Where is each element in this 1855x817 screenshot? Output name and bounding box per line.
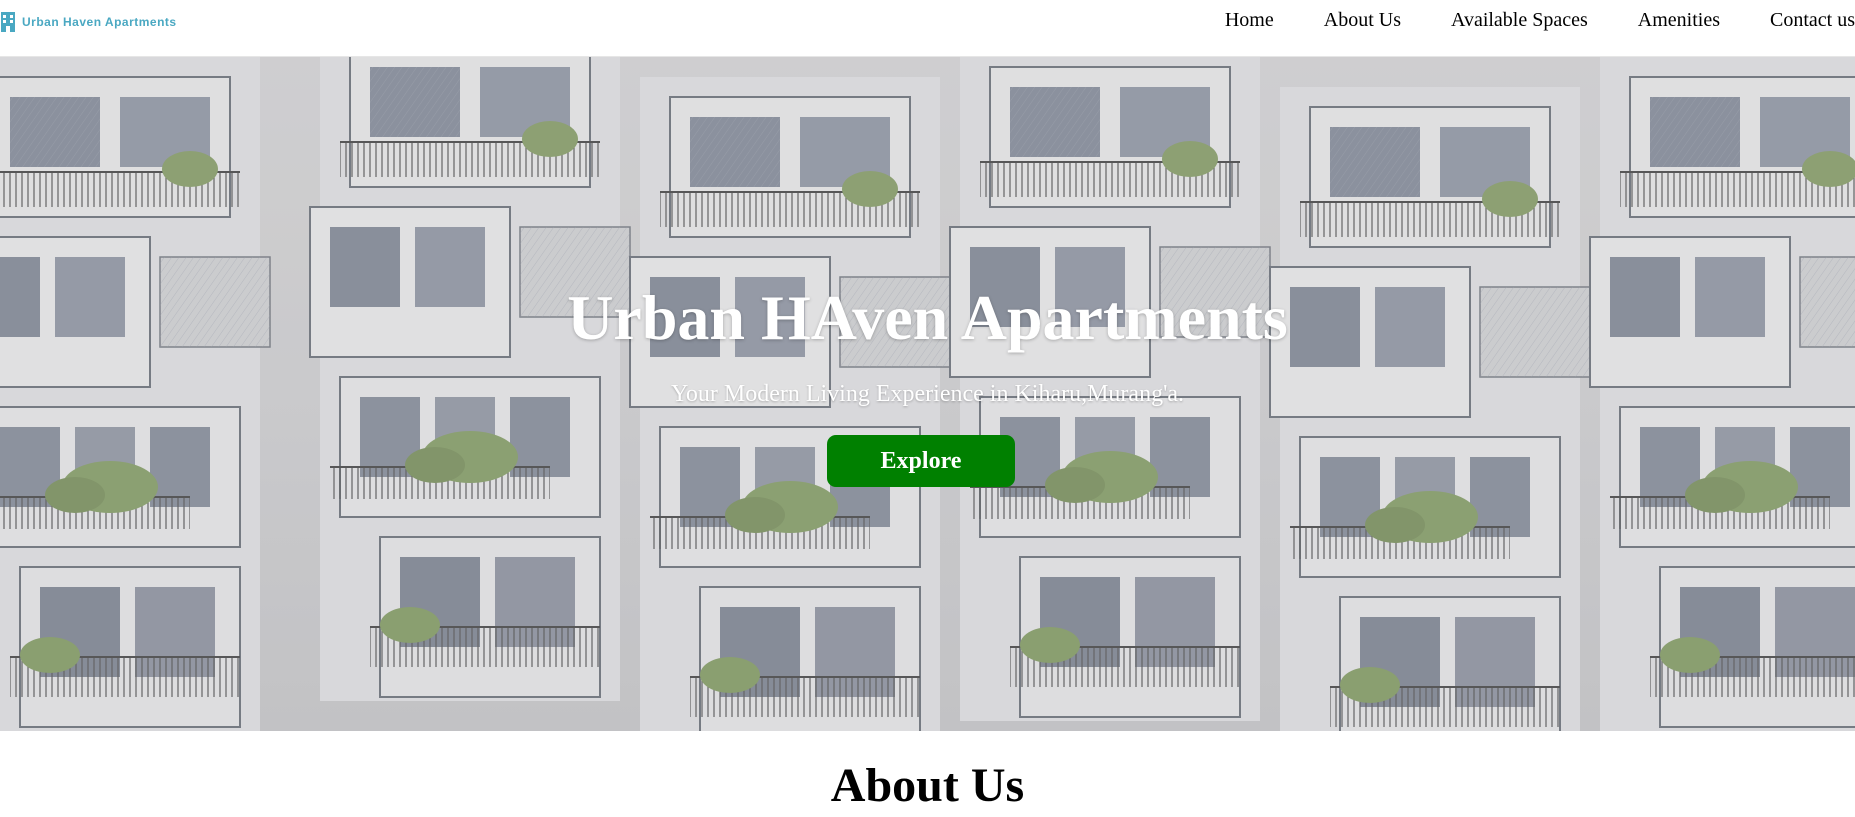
main-nav: Home About Us Available Spaces Amenities… — [1175, 0, 1855, 40]
logo-text: Urban Haven Apartments — [22, 15, 177, 29]
nav-link-available-spaces[interactable]: Available Spaces — [1451, 9, 1588, 32]
nav-link-home[interactable]: Home — [1225, 9, 1274, 32]
page: Urban Haven Apartments Home About Us Ava… — [0, 0, 1855, 817]
site-header: Urban Haven Apartments Home About Us Ava… — [0, 0, 1855, 57]
about-us-heading: About Us — [830, 759, 1025, 812]
hero-content: Urban HAven Apartments Your Modern Livin… — [0, 57, 1855, 731]
building-icon — [1, 12, 15, 32]
nav-link-about-us[interactable]: About Us — [1324, 9, 1401, 32]
explore-button[interactable]: Explore — [827, 435, 1015, 487]
nav-link-amenities[interactable]: Amenities — [1638, 9, 1720, 32]
hero-subtitle: Your Modern Living Experience in Kiharu,… — [670, 381, 1185, 407]
logo[interactable]: Urban Haven Apartments — [0, 10, 177, 34]
hero-title: Urban HAven Apartments — [567, 282, 1288, 353]
nav-link-contact-us[interactable]: Contact us — [1770, 9, 1855, 32]
hero-section: Urban HAven Apartments Your Modern Livin… — [0, 57, 1855, 731]
